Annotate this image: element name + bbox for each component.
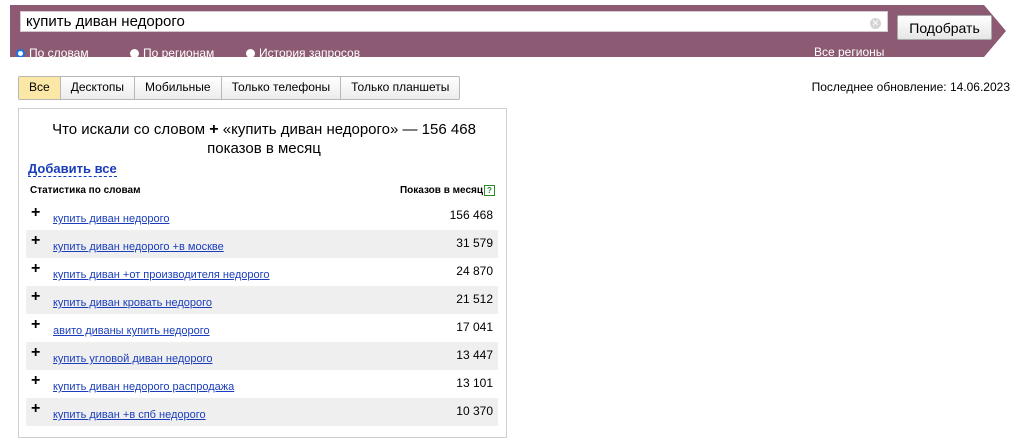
radio-selected-icon [16,48,25,57]
impressions-count: 31 579 [456,236,493,250]
phrase-link[interactable]: купить диван +в спб недорого [53,409,206,421]
submit-button[interactable]: Подобрать [897,15,992,40]
table-row: + купить диван недорого распродажа 13 10… [26,370,498,398]
impressions-count: 10 370 [456,404,493,418]
regions-link[interactable]: Все регионы [814,45,884,57]
add-all-link[interactable]: Добавить все [28,162,117,177]
plus-icon[interactable]: + [31,261,40,277]
plus-icon[interactable]: + [31,373,40,389]
tab-desktops[interactable]: Десктопы [59,77,135,99]
plus-icon[interactable]: + [209,121,218,138]
panel-title: Что искали со словом + «купить диван нед… [29,120,499,158]
impressions-count: 21 512 [456,292,493,306]
plus-icon[interactable]: + [31,345,40,361]
column-header-impressions: Показов в месяц? [400,185,495,196]
clear-icon[interactable]: ✕ [870,18,881,29]
tab-all[interactable]: Все [19,77,60,99]
plus-icon[interactable]: + [31,233,40,249]
last-update: Последнее обновление: 14.06.2023 [811,80,1010,94]
table-row: + купить диван недорого +в москве 31 579 [26,230,498,258]
mode-history[interactable]: История запросов [246,45,361,60]
mode-label: История запросов [259,46,361,60]
plus-icon[interactable]: + [31,317,40,333]
phrase-link[interactable]: купить диван +от производителя недорого [53,269,270,281]
search-input[interactable]: купить диван недорого [20,11,888,32]
title-rest: «купить диван недорого» — 156 468 показо… [207,121,476,157]
table-row: + купить угловой диван недорого 13 447 [26,342,498,370]
phrase-link[interactable]: авито диваны купить недорого [53,325,210,337]
phrase-link[interactable]: купить диван недорого +в москве [53,241,224,253]
tab-tablets-only[interactable]: Только планшеты [340,77,460,99]
mode-label: По регионам [143,46,215,60]
phrase-link[interactable]: купить диван кровать недорого [53,297,212,309]
phrase-link[interactable]: купить диван недорого распродажа [53,381,234,393]
search-bar: купить диван недорого ✕ Подобрать По сло… [10,5,1006,57]
mode-by-regions[interactable]: По регионам [130,45,215,60]
table-row: + купить диван +в спб недорого 10 370 [26,398,498,426]
impressions-count: 17 041 [456,320,493,334]
help-icon[interactable]: ? [484,185,495,196]
impressions-count: 24 870 [456,264,493,278]
plus-icon[interactable]: + [31,401,40,417]
tab-mobile[interactable]: Мобильные [134,77,221,99]
title-prefix: Что искали со словом [52,121,206,138]
phrase-link[interactable]: купить диван недорого [53,213,170,225]
plus-icon[interactable]: + [31,205,40,221]
results-panel: Что искали со словом + «купить диван нед… [18,108,507,438]
phrase-link[interactable]: купить угловой диван недорого [53,353,212,365]
mode-label: По словам [29,46,89,60]
table-row: + купить диван недорого 156 468 [26,202,498,230]
radio-icon [246,48,255,57]
mode-by-words[interactable]: По словам [16,45,89,60]
table-row: + авито диваны купить недорого 17 041 [26,314,498,342]
tab-phones-only[interactable]: Только телефоны [220,77,341,99]
table-row: + купить диван +от производителя недорог… [26,258,498,286]
impressions-count: 13 447 [456,348,493,362]
radio-icon [130,48,139,57]
table-row: + купить диван кровать недорого 21 512 [26,286,498,314]
impressions-count: 13 101 [456,376,493,390]
column-header-words: Статистика по словам [30,185,141,196]
plus-icon[interactable]: + [31,289,40,305]
impressions-count: 156 468 [449,208,493,222]
device-tabs: Все Десктопы Мобильные Только телефоны Т… [18,76,461,100]
column-header-label: Показов в месяц [399,185,483,196]
